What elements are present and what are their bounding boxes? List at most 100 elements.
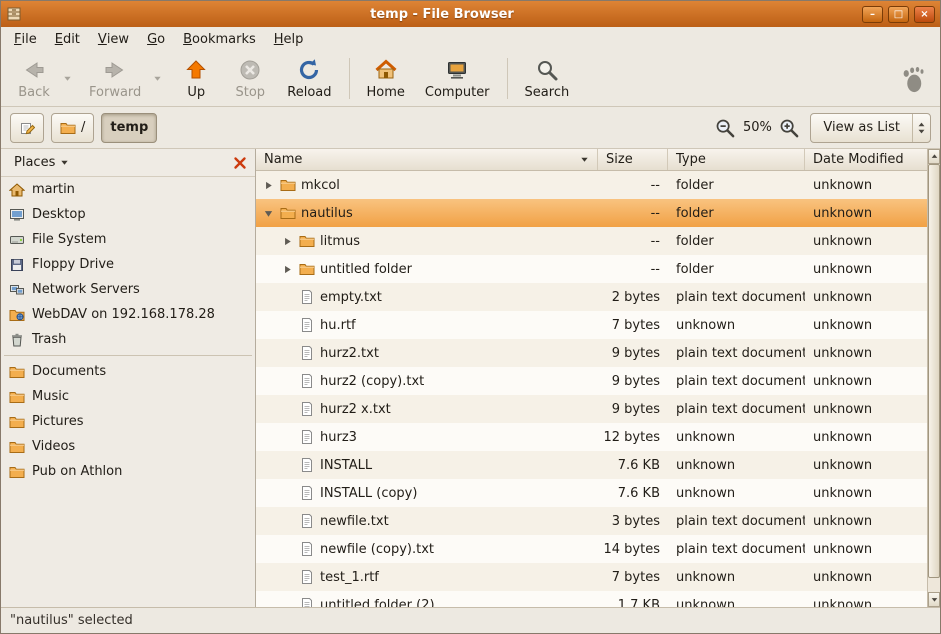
vertical-scrollbar[interactable] bbox=[927, 149, 940, 607]
file-row[interactable]: mkcol--folderunknown bbox=[256, 171, 927, 199]
scroll-down-icon bbox=[931, 596, 938, 603]
scroll-down-button[interactable] bbox=[928, 592, 940, 607]
file-row[interactable]: litmus--folderunknown bbox=[256, 227, 927, 255]
current-path-button[interactable]: temp bbox=[101, 113, 157, 143]
toolbar-up-button[interactable]: Up bbox=[169, 53, 223, 104]
expander-spacer bbox=[281, 599, 294, 608]
file-size-cell: 2 bytes bbox=[598, 283, 668, 311]
file-name: nautilus bbox=[301, 206, 353, 221]
file-type-cell: plain text document bbox=[668, 395, 805, 423]
file-date-cell: unknown bbox=[805, 367, 927, 395]
sidebar-item-trash[interactable]: Trash bbox=[1, 327, 255, 352]
sidebar-list: martinDesktopFile SystemFloppy Drive Netw… bbox=[1, 177, 255, 607]
file-row[interactable]: hu.rtf7 bytesunknownunknown bbox=[256, 311, 927, 339]
file-name-cell: untitled folder bbox=[256, 255, 598, 283]
column-header-size[interactable]: Size bbox=[598, 149, 668, 170]
zoom-in-button[interactable] bbox=[779, 118, 799, 138]
file-row[interactable]: untitled folder (2)1.7 KBunknownunknown bbox=[256, 591, 927, 607]
sidebar-item-music[interactable]: Music bbox=[1, 384, 255, 409]
column-header-date-modified[interactable]: Date Modified bbox=[805, 149, 927, 170]
toolbar-stop-button[interactable]: Stop bbox=[223, 53, 277, 104]
zoom-out-button[interactable] bbox=[715, 118, 735, 138]
status-text: "nautilus" selected bbox=[10, 613, 133, 628]
toolbar-reload-button[interactable]: Reload bbox=[277, 53, 341, 104]
sidebar-item-floppy-drive[interactable]: Floppy Drive bbox=[1, 252, 255, 277]
folder-icon bbox=[299, 233, 315, 249]
column-header-name[interactable]: Name bbox=[256, 149, 598, 170]
toolbar-forward-button[interactable]: Forward bbox=[79, 53, 151, 104]
sidebar-item-pub-on-athlon[interactable]: Pub on Athlon bbox=[1, 459, 255, 484]
menu-file[interactable]: File bbox=[5, 27, 46, 51]
root-path-button[interactable]: / bbox=[51, 113, 94, 143]
expander-closed-icon[interactable] bbox=[281, 235, 294, 248]
file-date-cell: unknown bbox=[805, 255, 927, 283]
menu-go[interactable]: Go bbox=[138, 27, 174, 51]
sidebar-item-desktop[interactable]: Desktop bbox=[1, 202, 255, 227]
forward-icon bbox=[103, 58, 127, 82]
file-type-cell: folder bbox=[668, 227, 805, 255]
toggle-location-entry-button[interactable] bbox=[10, 113, 44, 143]
sidebar-item-file-system[interactable]: File System bbox=[1, 227, 255, 252]
toolbar-computer-button[interactable]: Computer bbox=[415, 53, 500, 104]
expander-open-icon[interactable] bbox=[262, 207, 275, 220]
file-row[interactable]: hurz2 (copy).txt9 bytesplain text docume… bbox=[256, 367, 927, 395]
file-icon bbox=[299, 541, 315, 557]
file-date-cell: unknown bbox=[805, 423, 927, 451]
view-mode-stepper[interactable] bbox=[913, 119, 930, 137]
view-mode-select[interactable]: View as List bbox=[810, 113, 931, 143]
file-name: INSTALL (copy) bbox=[320, 486, 417, 501]
edit-location-icon bbox=[19, 120, 35, 136]
reload-icon bbox=[297, 58, 321, 82]
file-row[interactable]: nautilus--folderunknown bbox=[256, 199, 927, 227]
file-row[interactable]: hurz2 x.txt9 bytesplain text documentunk… bbox=[256, 395, 927, 423]
file-row[interactable]: test_1.rtf7 bytesunknownunknown bbox=[256, 563, 927, 591]
toolbar-back-dropdown[interactable] bbox=[61, 53, 74, 104]
file-date-cell: unknown bbox=[805, 479, 927, 507]
drive-icon bbox=[9, 232, 25, 248]
file-row[interactable]: empty.txt2 bytesplain text documentunkno… bbox=[256, 283, 927, 311]
file-icon bbox=[299, 457, 315, 473]
menu-bookmarks[interactable]: Bookmarks bbox=[174, 27, 265, 51]
sidebar-item-label: Network Servers bbox=[32, 282, 140, 297]
file-row[interactable]: newfile.txt3 bytesplain text documentunk… bbox=[256, 507, 927, 535]
column-header-type[interactable]: Type bbox=[668, 149, 805, 170]
toolbar-forward-dropdown[interactable] bbox=[151, 53, 164, 104]
sidebar-item-label: Videos bbox=[32, 439, 75, 454]
close-button[interactable]: × bbox=[914, 6, 935, 23]
sidebar-item-pictures[interactable]: Pictures bbox=[1, 409, 255, 434]
sidebar-item-network-servers[interactable]: Network Servers bbox=[1, 277, 255, 302]
file-row[interactable]: newfile (copy).txt14 bytesplain text doc… bbox=[256, 535, 927, 563]
file-icon bbox=[299, 429, 315, 445]
scroll-up-button[interactable] bbox=[928, 149, 940, 164]
menu-help[interactable]: Help bbox=[265, 27, 313, 51]
places-selector[interactable]: Places bbox=[8, 153, 75, 172]
menu-view[interactable]: View bbox=[89, 27, 138, 51]
titlebar[interactable]: temp - File Browser – □ × bbox=[1, 1, 940, 27]
toolbar-button-label: Computer bbox=[425, 85, 490, 100]
file-row[interactable]: hurz2.txt9 bytesplain text documentunkno… bbox=[256, 339, 927, 367]
expander-spacer bbox=[281, 319, 294, 332]
toolbar-search-button[interactable]: Search bbox=[515, 53, 580, 104]
sidebar-item-documents[interactable]: Documents bbox=[1, 359, 255, 384]
expander-closed-icon[interactable] bbox=[281, 263, 294, 276]
expander-spacer bbox=[281, 291, 294, 304]
toolbar-back-button[interactable]: Back bbox=[7, 53, 61, 104]
expander-closed-icon[interactable] bbox=[262, 179, 275, 192]
maximize-button[interactable]: □ bbox=[888, 6, 909, 23]
sidebar-close-button[interactable] bbox=[232, 155, 248, 171]
toolbar-home-button[interactable]: Home bbox=[357, 53, 415, 104]
scrollbar-thumb[interactable] bbox=[928, 164, 940, 578]
file-row[interactable]: INSTALL (copy)7.6 KBunknownunknown bbox=[256, 479, 927, 507]
menu-edit[interactable]: Edit bbox=[46, 27, 89, 51]
file-row[interactable]: untitled folder--folderunknown bbox=[256, 255, 927, 283]
location-bar: / temp 50% View as List bbox=[1, 107, 940, 149]
file-size-cell: -- bbox=[598, 171, 668, 199]
expander-spacer bbox=[281, 459, 294, 472]
file-date-cell: unknown bbox=[805, 507, 927, 535]
file-row[interactable]: hurz312 bytesunknownunknown bbox=[256, 423, 927, 451]
minimize-button[interactable]: – bbox=[862, 6, 883, 23]
sidebar-item-videos[interactable]: Videos bbox=[1, 434, 255, 459]
sidebar-item-webdav-on-192-168-178-28[interactable]: WebDAV on 192.168.178.28 bbox=[1, 302, 255, 327]
sidebar-item-martin[interactable]: martin bbox=[1, 177, 255, 202]
file-row[interactable]: INSTALL7.6 KBunknownunknown bbox=[256, 451, 927, 479]
